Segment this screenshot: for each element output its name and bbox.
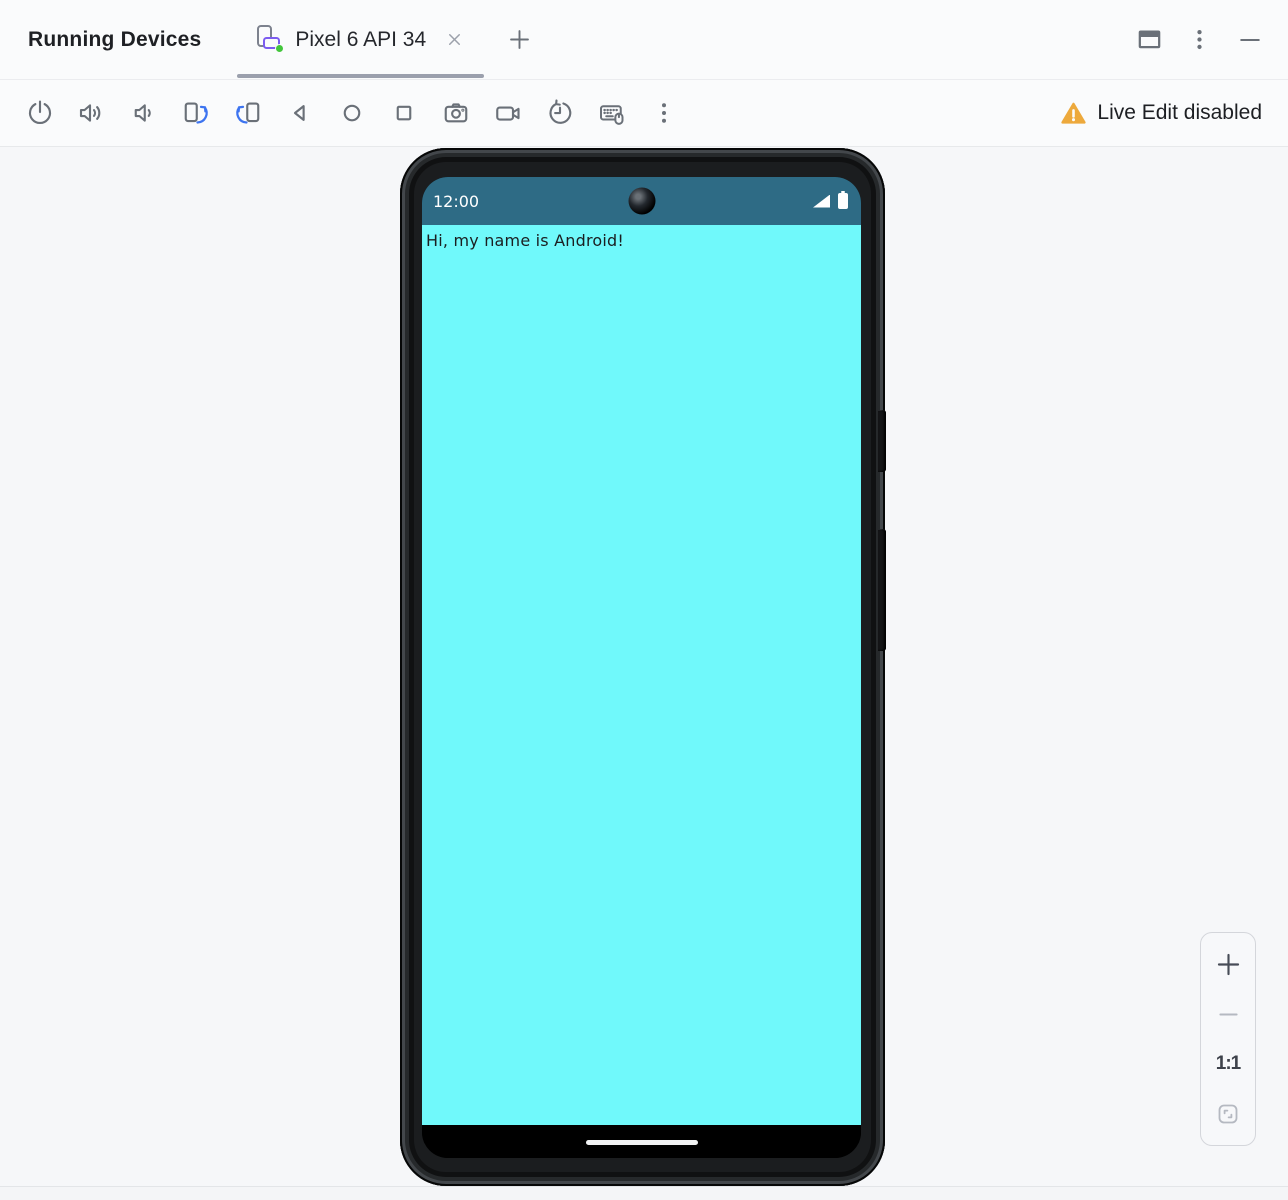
android-status-bar: 12:00	[422, 177, 861, 225]
power-button[interactable]	[23, 96, 57, 130]
zoom-controls: 1:1	[1200, 932, 1256, 1146]
power-icon	[25, 98, 55, 128]
volume-down-icon	[129, 98, 159, 128]
rotate-right-icon	[233, 98, 263, 128]
more-options-button[interactable]	[1186, 26, 1213, 53]
back-button[interactable]	[283, 96, 317, 130]
keyboard-mouse-icon	[597, 98, 627, 128]
window-mode-button[interactable]	[1136, 26, 1163, 53]
kebab-menu-icon	[649, 98, 679, 128]
live-edit-status[interactable]: Live Edit disabled	[1060, 100, 1262, 127]
status-bar-clock: 12:00	[433, 192, 479, 211]
tab-label: Pixel 6 API 34	[295, 28, 426, 52]
signal-icon	[813, 195, 830, 208]
volume-up-button[interactable]	[75, 96, 109, 130]
panel-title: Running Devices	[28, 28, 201, 52]
plus-icon	[506, 26, 533, 53]
header-window-controls	[1136, 26, 1288, 54]
device-screen[interactable]: 12:00 Hi, my name is Android!	[422, 177, 861, 1158]
plus-icon	[1215, 951, 1242, 978]
camera-icon	[441, 98, 471, 128]
overview-button[interactable]	[387, 96, 421, 130]
reset-button[interactable]	[543, 96, 577, 130]
close-tab-icon[interactable]	[445, 30, 464, 49]
zoom-in-button[interactable]	[1208, 948, 1248, 980]
minimize-icon	[1236, 26, 1264, 54]
home-icon	[337, 98, 367, 128]
app-content: Hi, my name is Android!	[422, 225, 861, 1125]
battery-icon	[838, 193, 848, 209]
rotate-left-button[interactable]	[179, 96, 213, 130]
front-camera	[628, 188, 655, 215]
window-mode-icon	[1136, 26, 1163, 53]
actual-size-label: 1:1	[1216, 1053, 1240, 1075]
hardware-power-key	[878, 410, 886, 472]
rotate-right-button[interactable]	[231, 96, 265, 130]
running-devices-panel: Running Devices Pixel 6 API 34	[0, 0, 1288, 1200]
active-tab-indicator	[237, 74, 484, 78]
pixel-6-device-frame: 12:00 Hi, my name is Android!	[400, 148, 885, 1186]
fit-to-window-icon	[1216, 1102, 1240, 1126]
gesture-handle[interactable]	[586, 1140, 698, 1145]
home-button[interactable]	[335, 96, 369, 130]
zoom-out-button[interactable]	[1208, 998, 1248, 1030]
warning-icon	[1060, 100, 1087, 127]
gesture-navigation-bar	[422, 1125, 861, 1158]
tab-pixel-6-api-34[interactable]: Pixel 6 API 34	[235, 0, 486, 79]
running-device-icon	[257, 25, 284, 55]
more-actions-button[interactable]	[647, 96, 681, 130]
add-device-tab-button[interactable]	[506, 26, 533, 53]
take-screenshot-button[interactable]	[439, 96, 473, 130]
hardware-input-button[interactable]	[595, 96, 629, 130]
record-screen-button[interactable]	[491, 96, 525, 130]
minus-icon	[1217, 1003, 1240, 1026]
volume-down-button[interactable]	[127, 96, 161, 130]
bottom-strip	[0, 1186, 1288, 1200]
device-display-area: 12:00 Hi, my name is Android!	[0, 147, 1288, 1186]
greeting-text: Hi, my name is Android!	[426, 231, 624, 250]
panel-header: Running Devices Pixel 6 API 34	[0, 0, 1288, 80]
status-bar-icons	[813, 193, 848, 209]
zoom-actual-size-button[interactable]: 1:1	[1208, 1048, 1248, 1080]
device-toolbar: Live Edit disabled	[0, 80, 1288, 147]
volume-up-icon	[77, 98, 107, 128]
live-edit-label: Live Edit disabled	[1097, 101, 1262, 125]
zoom-to-fit-button[interactable]	[1208, 1098, 1248, 1130]
video-camera-icon	[493, 98, 523, 128]
reset-icon	[545, 98, 575, 128]
hardware-volume-rocker	[878, 529, 886, 651]
back-icon	[285, 98, 315, 128]
overview-icon	[389, 98, 419, 128]
hide-panel-button[interactable]	[1236, 26, 1264, 54]
kebab-menu-icon	[1186, 26, 1213, 53]
rotate-left-icon	[181, 98, 211, 128]
